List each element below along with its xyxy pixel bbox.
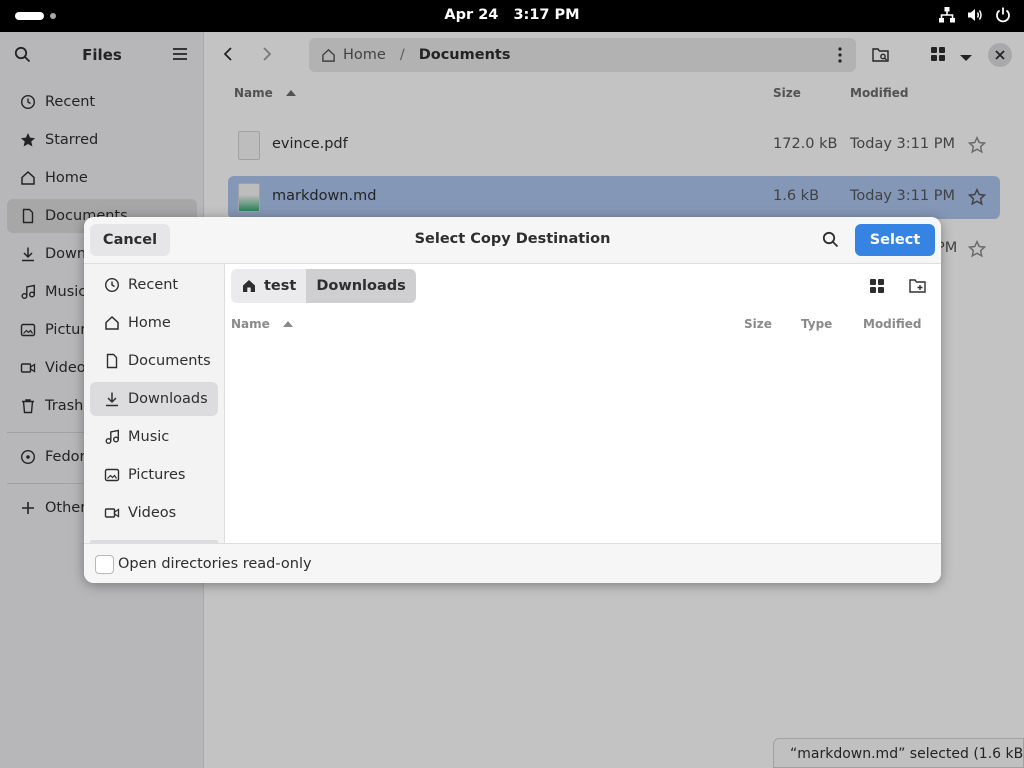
grid-view-icon[interactable] bbox=[870, 279, 884, 297]
dialog-sidebar-item-videos[interactable]: Videos bbox=[90, 496, 218, 530]
dialog-sidebar-item-recent[interactable]: Recent bbox=[90, 268, 218, 302]
select-copy-destination-dialog: Cancel Select Copy Destination Select Re… bbox=[84, 217, 941, 583]
dialog-sidebar-item-label: Downloads bbox=[128, 391, 208, 407]
dialog-sidebar-item-music[interactable]: Music bbox=[90, 420, 218, 454]
read-only-checkbox-label[interactable]: Open directories read-only bbox=[118, 556, 312, 572]
column-header-name[interactable]: Name bbox=[231, 317, 294, 331]
clock-icon bbox=[104, 277, 120, 293]
path-button-home[interactable]: test bbox=[231, 269, 307, 303]
dialog-sidebar-item-label: Recent bbox=[128, 277, 179, 293]
clock[interactable]: Apr 24 3:17 PM bbox=[0, 7, 1024, 23]
music-icon bbox=[105, 429, 119, 444]
top-bar: Apr 24 3:17 PM bbox=[0, 0, 1024, 32]
system-tray[interactable] bbox=[938, 6, 1012, 24]
path-button-downloads-label: Downloads bbox=[316, 278, 406, 294]
download-icon bbox=[106, 392, 118, 407]
dialog-header: Cancel Select Copy Destination Select bbox=[84, 217, 941, 264]
clock-date: Apr 24 bbox=[444, 7, 499, 23]
sort-ascending-icon bbox=[282, 321, 293, 327]
dialog-footer: Open directories read-only bbox=[84, 543, 941, 583]
dialog-sidebar-item-label: Documents bbox=[128, 353, 211, 369]
video-icon bbox=[104, 508, 120, 518]
column-header-type[interactable]: Type bbox=[801, 317, 832, 331]
dialog-sidebar: Recent Home Documents Downloads Music Pi… bbox=[84, 264, 225, 543]
dialog-sidebar-item-pictures[interactable]: Pictures bbox=[90, 458, 218, 492]
picture-icon bbox=[104, 468, 120, 482]
clock-time: 3:17 PM bbox=[513, 7, 580, 23]
column-header-name-label: Name bbox=[231, 317, 270, 331]
read-only-checkbox[interactable] bbox=[95, 555, 114, 574]
dialog-sidebar-item-label: Videos bbox=[128, 505, 177, 521]
document-icon bbox=[106, 353, 118, 369]
select-button[interactable]: Select bbox=[855, 224, 935, 256]
search-icon[interactable] bbox=[822, 231, 839, 252]
new-folder-icon[interactable] bbox=[909, 278, 927, 298]
volume-icon bbox=[966, 6, 984, 24]
path-button-home-label: test bbox=[264, 278, 297, 294]
column-header-modified[interactable]: Modified bbox=[863, 317, 922, 331]
dialog-sidebar-item-label: Music bbox=[128, 429, 170, 445]
dialog-sidebar-item-documents[interactable]: Documents bbox=[90, 344, 218, 378]
home-icon bbox=[105, 315, 119, 330]
column-header-size[interactable]: Size bbox=[744, 317, 772, 331]
dialog-sidebar-item-downloads[interactable]: Downloads bbox=[90, 382, 218, 416]
path-button-downloads[interactable]: Downloads bbox=[306, 269, 416, 303]
home-icon bbox=[243, 280, 255, 292]
dialog-path-bar: test Downloads bbox=[231, 269, 416, 303]
dialog-title: Select Copy Destination bbox=[414, 231, 611, 247]
dialog-sidebar-item-home[interactable]: Home bbox=[90, 306, 218, 340]
power-icon bbox=[994, 6, 1012, 24]
network-icon bbox=[938, 6, 956, 24]
dialog-sidebar-item-label: Home bbox=[128, 315, 171, 331]
dialog-sidebar-item-label: Pictures bbox=[128, 467, 186, 483]
dialog-file-browser: test Downloads Name Size Type Modified bbox=[225, 264, 941, 543]
